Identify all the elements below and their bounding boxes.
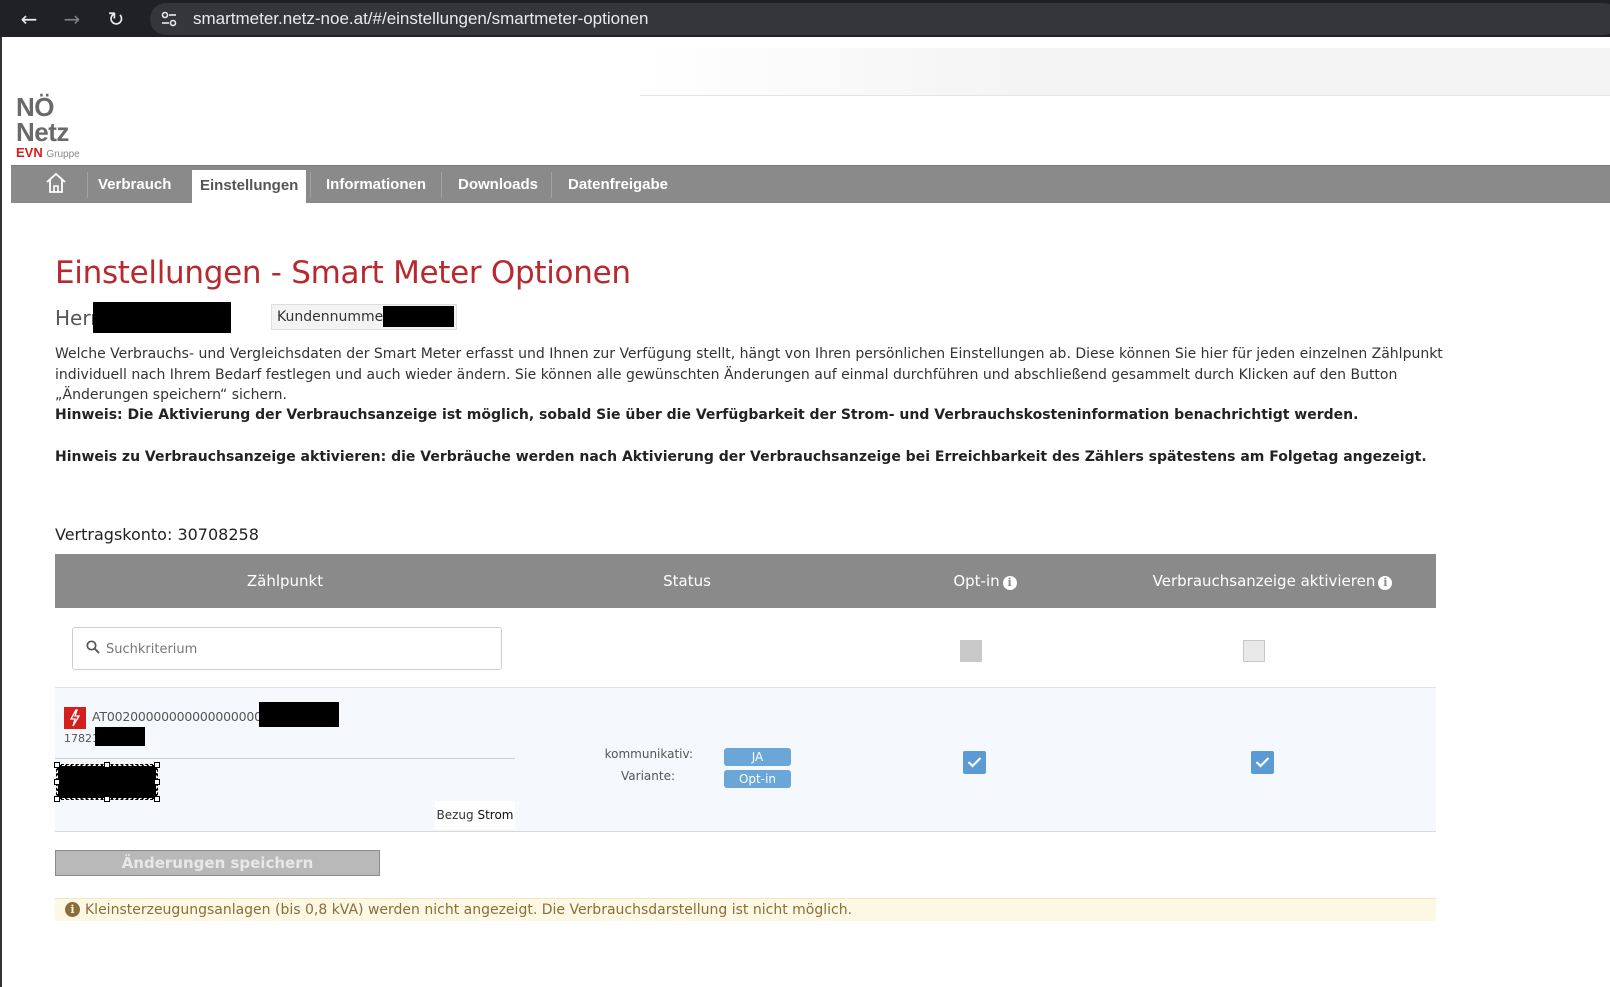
header-background (640, 48, 1610, 96)
header-verbrauchsanzeige-label: Verbrauchsanzeige aktivieren (1152, 572, 1376, 590)
logo-evn: EVN Gruppe (16, 146, 86, 162)
site-settings-icon[interactable] (160, 10, 178, 28)
meter-sub-id: 17821 (64, 732, 99, 745)
redacted-address-selection[interactable] (54, 762, 160, 802)
header-optin: Opt-in i (915, 572, 1055, 590)
page-title: Einstellungen - Smart Meter Optionen (55, 255, 631, 291)
save-changes-button[interactable]: Änderungen speichern (55, 850, 380, 876)
forward-button[interactable]: → (59, 6, 85, 32)
notice-text: Kleinsterzeugungsanlagen (bis 0,8 kVA) w… (85, 902, 853, 918)
resize-handle[interactable] (104, 796, 110, 802)
logo-gruppe-text: Gruppe (46, 149, 80, 160)
redacted-customer-name (93, 302, 231, 333)
resize-handle[interactable] (154, 762, 160, 768)
kommunikativ-label: kommunikativ: (604, 747, 693, 761)
back-button[interactable]: ← (16, 6, 42, 32)
supply-type-label: Bezug Strom (435, 801, 515, 829)
resize-handle[interactable] (54, 779, 60, 785)
notice-banner: i Kleinsterzeugungsanlagen (bis 0,8 kVA)… (55, 898, 1436, 921)
customer-salutation: Herr (55, 306, 99, 330)
select-all-verbrauchsanzeige-checkbox[interactable] (1243, 640, 1265, 662)
supply-prefix: Bezug (436, 808, 474, 822)
contract-account-label: Vertragskonto: 30708258 (55, 525, 259, 544)
table-filter-row (55, 608, 1436, 688)
electricity-icon (64, 707, 86, 729)
hint-activation: Hinweis: Die Aktivierung der Verbrauchsa… (55, 407, 1359, 423)
resize-handle[interactable] (104, 762, 110, 768)
variante-label: Variante: (621, 769, 675, 783)
menu-separator (87, 172, 88, 198)
search-icon (86, 640, 100, 654)
menu-separator (310, 172, 311, 198)
header-verbrauchsanzeige: Verbrauchsanzeige aktivieren i (1140, 572, 1405, 590)
header-status: Status (663, 572, 711, 590)
checkmark-icon (1255, 757, 1270, 768)
hint-display: Hinweis zu Verbrauchsanzeige aktivieren:… (55, 449, 1427, 465)
meter-point-id: AT0020000000000000000000 (92, 709, 278, 724)
supply-type: Strom (477, 808, 514, 822)
variante-badge: Opt-in (724, 770, 791, 788)
menu-item-informationen[interactable]: Informationen (318, 166, 434, 203)
verbrauchsanzeige-checkbox[interactable] (1251, 751, 1274, 774)
menu-item-einstellungen[interactable]: Einstellungen (192, 170, 307, 204)
address-bar[interactable]: smartmeter.netz-noe.at/#/einstellungen/s… (150, 3, 1610, 35)
reload-button[interactable]: ↻ (103, 6, 129, 32)
checkmark-icon (967, 757, 982, 768)
url-text[interactable]: smartmeter.netz-noe.at/#/einstellungen/s… (193, 9, 648, 29)
customer-number-box: Kundennummer: (271, 304, 457, 330)
optin-checkbox[interactable] (963, 751, 986, 774)
header-optin-label: Opt-in (953, 572, 1000, 590)
redacted-customer-number (383, 306, 454, 327)
logo-evn-text: EVN (16, 145, 43, 160)
resize-handle[interactable] (154, 779, 160, 785)
browser-toolbar: ← → ↻ smartmeter.netz-noe.at/#/einstellu… (0, 0, 1610, 37)
select-all-optin-checkbox[interactable] (960, 640, 982, 662)
home-icon[interactable] (45, 171, 67, 195)
noe-netz-logo[interactable]: NÖ Netz EVN Gruppe (16, 94, 86, 162)
info-icon[interactable]: i (1002, 576, 1017, 590)
window-border (0, 37, 2, 987)
info-icon[interactable]: i (1378, 576, 1393, 590)
header-zaehlpunkt: Zählpunkt (246, 572, 324, 590)
main-menu: Verbrauch Einstellungen Informationen Do… (11, 165, 1610, 204)
kommunikativ-badge: JA (724, 748, 791, 766)
resize-handle[interactable] (154, 796, 160, 802)
menu-separator (551, 172, 552, 198)
menu-item-verbrauch[interactable]: Verbrauch (90, 166, 179, 203)
meter-table-header: Zählpunkt Status Opt-in i Verbrauchsanzei… (55, 554, 1436, 608)
customer-number-label: Kundennummer: (277, 309, 394, 325)
menu-separator (441, 172, 442, 198)
info-icon: i (65, 902, 80, 917)
resize-handle[interactable] (54, 796, 60, 802)
row-divider (55, 758, 515, 759)
menu-item-downloads[interactable]: Downloads (450, 166, 546, 203)
redacted-meter-sub (95, 727, 145, 746)
logo-line-2: Netz (16, 117, 69, 147)
table-row: AT0020000000000000000000 17821 Bezug Str… (54, 688, 1436, 832)
redacted-meter-id (259, 702, 339, 727)
resize-handle[interactable] (54, 762, 60, 768)
search-box[interactable] (72, 627, 502, 670)
menu-item-datenfreigabe[interactable]: Datenfreigabe (560, 166, 676, 203)
search-input[interactable] (106, 638, 486, 660)
intro-text: Welche Verbrauchs- und Vergleichsdaten d… (55, 346, 1443, 403)
